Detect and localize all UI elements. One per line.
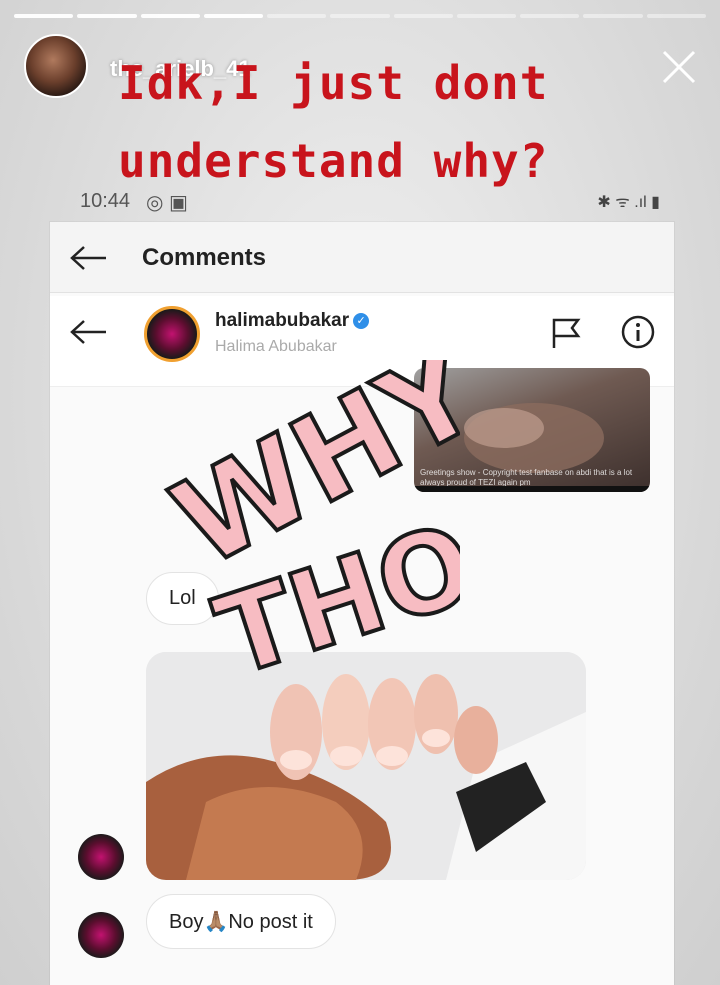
- avatar[interactable]: [78, 912, 124, 958]
- baby-hand-photo: [146, 652, 586, 880]
- progress-segment: [583, 14, 643, 18]
- status-system-icons: ✱ ᯤ .ıl ▮: [597, 194, 660, 211]
- back-arrow-icon[interactable]: [68, 244, 108, 272]
- comments-header: Comments: [50, 222, 674, 293]
- phone-status-bar: 10:44 ◎ ▣ ✱ ᯤ .ıl ▮: [80, 188, 660, 216]
- status-time: 10:44: [80, 190, 131, 212]
- info-icon[interactable]: [620, 314, 656, 350]
- progress-segment: [140, 14, 200, 18]
- message-bubble[interactable]: Boy🙏🏽No post it: [146, 894, 336, 949]
- shared-photo[interactable]: [146, 652, 586, 880]
- caption-line-1: Idk,I just dont: [118, 56, 549, 110]
- username-text: halimabubakar: [215, 310, 350, 331]
- progress-segment: [456, 14, 517, 18]
- page-title: Comments: [142, 244, 267, 271]
- progress-segment: [14, 14, 74, 18]
- progress-segment: [77, 14, 137, 18]
- back-arrow-icon[interactable]: [68, 318, 108, 346]
- user-username[interactable]: halimabubakar ✓: [215, 310, 370, 332]
- progress-segment: [330, 14, 390, 18]
- user-full-name: Halima Abubakar: [215, 338, 337, 355]
- progress-segment: [520, 14, 580, 18]
- progress-segment: [267, 14, 327, 18]
- story-progress-bar: [14, 14, 706, 18]
- flag-icon[interactable]: [550, 316, 582, 350]
- story-avatar[interactable]: [24, 34, 88, 98]
- progress-segment: [393, 14, 453, 18]
- avatar[interactable]: [144, 306, 200, 362]
- progress-segment: [646, 14, 706, 18]
- avatar[interactable]: [78, 834, 124, 880]
- story-caption-text: Idk,I just dont understand why?: [118, 44, 638, 200]
- caption-line-2: understand why?: [118, 134, 549, 188]
- progress-segment: [203, 14, 264, 18]
- verified-badge-icon: ✓: [353, 312, 370, 329]
- status-notification-icons: ◎ ▣: [146, 192, 188, 214]
- close-icon[interactable]: [658, 46, 700, 88]
- why-tho-sticker[interactable]: WHY THO: [160, 360, 460, 680]
